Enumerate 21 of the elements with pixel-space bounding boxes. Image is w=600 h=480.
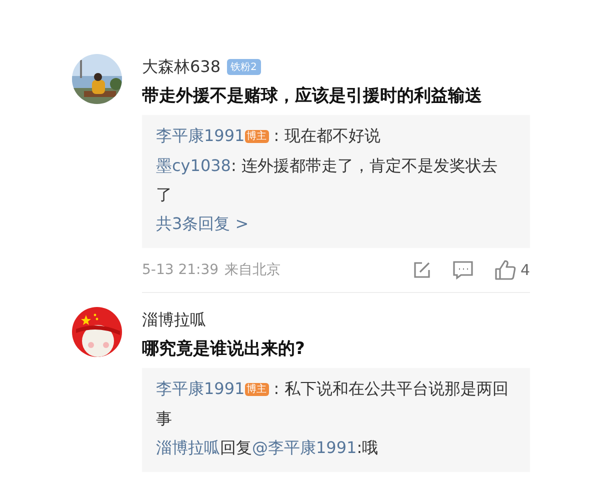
user-link[interactable]: 李平康1991 xyxy=(156,379,245,398)
comment-icon[interactable] xyxy=(452,260,474,280)
reply-text: 墨cy1038: 连外援都带走了，肯定不是发奖状去了 xyxy=(156,155,498,206)
username[interactable]: 大森林638 xyxy=(142,56,221,78)
share-icon[interactable] xyxy=(412,260,432,280)
comment-text: 哪究竟是谁说出来的? xyxy=(142,338,306,360)
like-count: 4 xyxy=(520,261,530,279)
comment-text: 带走外援不是赌球，应该是引援时的利益输送 xyxy=(142,85,483,107)
user-link[interactable]: 李平康1991 xyxy=(156,126,245,145)
like-icon[interactable] xyxy=(494,259,516,281)
fan-badge: 铁粉2 xyxy=(226,59,261,75)
blogger-badge: 博主 xyxy=(244,130,269,143)
username[interactable]: 淄博拉呱 xyxy=(142,310,206,330)
user-link[interactable]: 墨cy1038 xyxy=(156,156,231,175)
location: 来自北京 xyxy=(224,261,281,279)
user-link[interactable]: @李平康1991 xyxy=(252,438,357,457)
timestamp: 5-13 21:39 xyxy=(142,262,219,278)
user-link[interactable]: 淄博拉呱 xyxy=(156,438,220,457)
blogger-badge: 博主 xyxy=(244,383,269,396)
reply-text: 淄博拉呱回复@李平康1991:哦 xyxy=(156,437,380,459)
more-replies-link[interactable]: 共3条回复 > xyxy=(156,214,249,233)
